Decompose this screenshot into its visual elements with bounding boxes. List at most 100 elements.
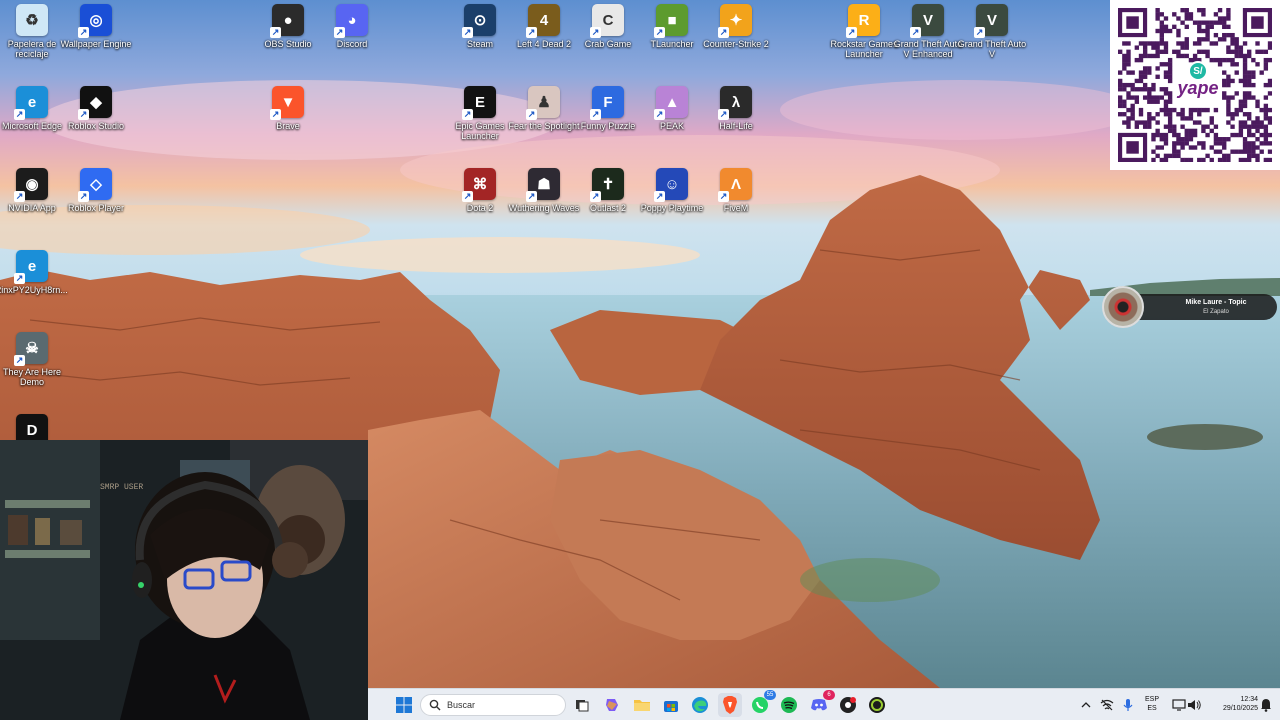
desktop-icon-halflife[interactable]: λHalf-Life [700,86,772,164]
desktop-icon-gta5e[interactable]: VGrand Theft Auto V Enhanced [892,4,964,82]
desktop-icon-rockstar[interactable]: RRockstar Games Launcher [828,4,900,82]
desktop-icon-label: Fear the Spotlight [508,121,580,131]
wuthering-waves-icon: ☗ [526,168,560,202]
desktop-icon-label: Dota 2 [466,203,494,213]
edge-icon[interactable] [688,693,712,717]
desktop-icon-edgeshort[interactable]: e2inxPY2UyH8rn... [0,250,68,328]
taskbar: Buscar 55 6 ESP ES 12:34 29/10/2025 [368,688,1280,720]
desktop-icon-gta5[interactable]: VGrand Theft Auto V [956,4,1028,82]
discord-icon[interactable]: 6 [807,690,835,717]
desktop-icon-poppy[interactable]: ☺Poppy Playtime [636,168,708,246]
desktop-icon-label: 2inxPY2UyH8rn... [0,285,68,295]
desktop-icon-steam[interactable]: ⊙Steam [444,4,516,82]
notification-bell-icon[interactable] [1254,693,1278,717]
desktop-icon-funny[interactable]: FFunny Puzzle [572,86,644,164]
spotify-icon[interactable] [777,693,801,717]
desktop-icon-label: FiveM [723,203,749,213]
desktop-icon-outlast[interactable]: ✝Outlast 2 [572,168,644,246]
outlast-icon: ✝ [590,168,624,202]
discord-icon: ◕ [334,4,368,38]
desktop-icon-peak[interactable]: ▲PEAK [636,86,708,164]
album-disc-icon [1102,286,1144,328]
counter-strike-icon: ✦ [718,4,752,38]
language-code: ESP [1144,696,1159,703]
desktop-icon-nvidia[interactable]: ◉NVIDIA App [0,168,68,246]
desktop-icon-label: Half-Life [719,121,753,131]
desktop-icon-theyare[interactable]: ☠They Are Here Demo [0,332,68,410]
roblox-player-icon: ◇ [78,168,112,202]
peak-icon: ▲ [654,86,688,120]
desktop-icon-label: Discord [336,39,368,49]
tlauncher-icon: ■ [654,4,688,38]
folder-icon[interactable] [630,693,654,717]
desktop-icon-brave[interactable]: ▼Brave [252,86,324,164]
desktop-icon-label: They Are Here Demo [2,367,62,387]
windows-start-icon[interactable] [392,693,416,717]
desktop-icon-fear[interactable]: ♟Fear the Spotlight [508,86,580,164]
desktop-icon-robloxstudio[interactable]: ◆Roblox Studio [60,86,132,164]
desktop-icon-wallpaper[interactable]: ◎Wallpaper Engine [60,4,132,82]
now-playing-pill [1122,294,1277,320]
task-view-icon[interactable] [570,693,594,717]
recording-app-icon[interactable] [836,693,860,717]
microphone-icon[interactable] [1116,693,1140,717]
now-playing-subtitle: El Zapato [1203,309,1229,315]
desktop-icon-label: OBS Studio [264,39,312,49]
desktop-icon-dota[interactable]: ⌘Dota 2 [444,168,516,246]
left-4-dead-icon: 4 [526,4,560,38]
nvidia-icon: ◉ [14,168,48,202]
clock-date: 29/10/2025 [1222,705,1258,712]
desktop-icon-recycle[interactable]: ♻ Papelera de reciclaje [0,4,68,82]
game-app-icon[interactable] [865,693,889,717]
edge-icon: e [14,86,48,120]
desktop-icon-label: Rockstar Games Launcher [830,39,898,59]
desktop-icon-label: PEAK [659,121,684,131]
desktop-icon-label: TLauncher [650,39,694,49]
desktop-icon-wuthering[interactable]: ☗Wuthering Waves [508,168,580,246]
webcam-caption: SMRP USER [100,483,144,492]
desktop-icon-crab[interactable]: CCrab Game [572,4,644,82]
steam-icon: ⊙ [462,4,496,38]
yape-brand: yape [1177,78,1219,98]
store-icon[interactable] [659,693,683,717]
fivem-icon: Λ [718,168,752,202]
desktop-icon-label: Grand Theft Auto V [957,39,1027,59]
desktop-icon-label: Roblox Player [67,203,125,213]
now-playing-title: Mike Laure - Topic [1185,299,1247,306]
desktop-icon-label: Wallpaper Engine [60,39,132,49]
gta-v-icon: V [974,4,1008,38]
desktop-icon-epic[interactable]: EEpic Games Launcher [444,86,516,164]
desktop-icon-obs[interactable]: ●OBS Studio [252,4,324,82]
desktop-icon-label: Left 4 Dead 2 [516,39,572,49]
desktop-icon-label: Brave [276,121,300,131]
desktop-icon-discord[interactable]: ◕Discord [316,4,388,82]
now-playing-widget[interactable]: Mike Laure - Topic El Zapato [1102,286,1277,328]
they-are-here-icon: ☠ [14,332,48,366]
desktop-icon-label: Wuthering Waves [508,203,580,213]
desktop-icon-tlauncher[interactable]: ■TLauncher [636,4,708,82]
desktop-icon-label: Crab Game [584,39,632,49]
desktop-icon-edge[interactable]: eMicrosoft Edge [0,86,68,164]
wallpaper-engine-icon: ◎ [78,4,112,38]
webcam-overlay: SMRP USER [0,440,368,720]
desktop-icon-robloxplayer[interactable]: ◇Roblox Player [60,168,132,246]
desktop-icon-label: Funny Puzzle [580,121,636,131]
clock[interactable]: 12:34 29/10/2025 [1206,695,1258,713]
desktop-icon-fivem[interactable]: ΛFiveM [700,168,772,246]
desktop-icon-label: Counter-Strike 2 [703,39,769,49]
brave-icon[interactable] [718,693,742,717]
desktop-icon-label: Steam [466,39,493,49]
brave-icon: ▼ [270,86,304,120]
gta-v-enhanced-icon: V [910,4,944,38]
copilot-icon[interactable] [600,693,624,717]
desktop-icon-l4d2[interactable]: 4Left 4 Dead 2 [508,4,580,82]
recycle-bin-icon: ♻ [16,4,48,36]
language-indicator[interactable]: ESP ES [1142,695,1162,713]
obs-icon: ● [270,4,304,38]
volume-icon[interactable] [1182,693,1206,717]
taskbar-search-box[interactable]: Buscar [420,694,566,716]
yape-qr-widget: S/ yape [1110,0,1280,170]
whatsapp-icon[interactable]: 55 [748,690,776,717]
whatsapp-badge: 55 [764,690,776,700]
desktop-icon-cs2[interactable]: ✦Counter-Strike 2 [700,4,772,82]
